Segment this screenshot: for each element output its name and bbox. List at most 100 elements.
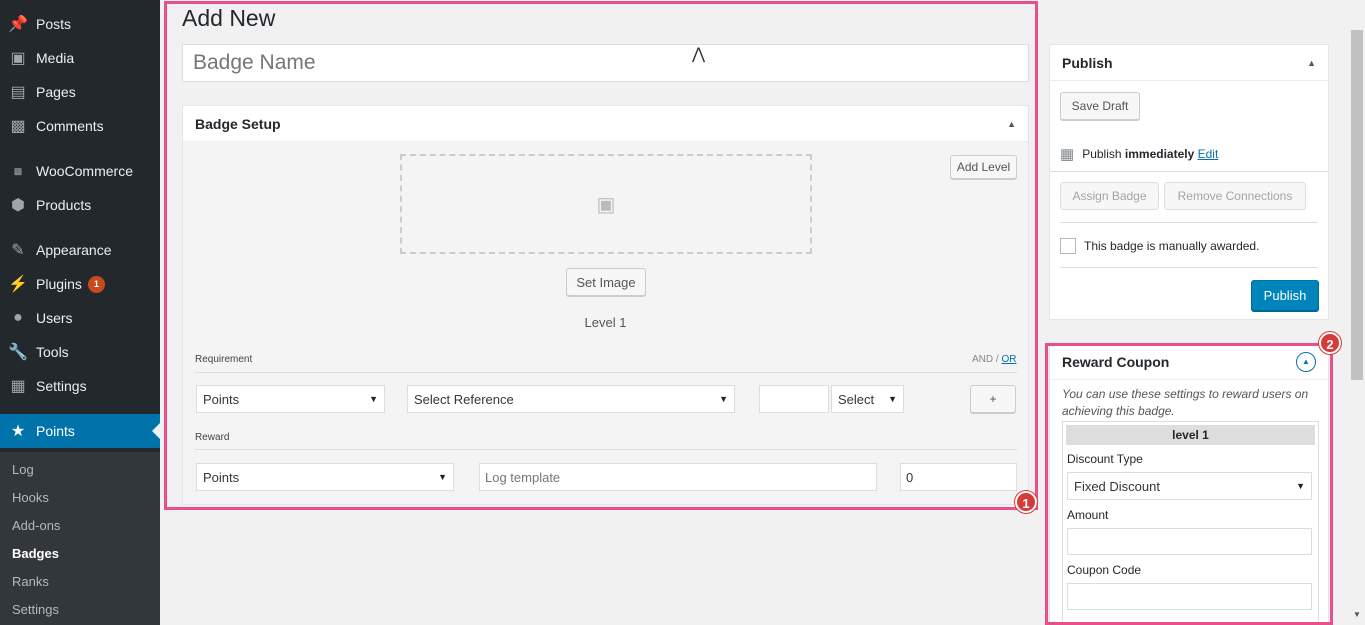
menu-products[interactable]: ⬢ Products xyxy=(0,188,160,222)
submenu-settings[interactable]: Settings xyxy=(12,602,59,617)
menu-posts[interactable]: 📌 Posts xyxy=(0,7,160,41)
callout-number-1: 1 xyxy=(1015,491,1037,513)
manual-award-label: This badge is manually awarded. xyxy=(1084,239,1260,253)
submenu-addons[interactable]: Add-ons xyxy=(12,518,60,533)
amount-input[interactable] xyxy=(1067,528,1312,555)
badge-name-input[interactable] xyxy=(182,44,1029,82)
submenu-ranks[interactable]: Ranks xyxy=(12,574,49,589)
chevron-down-icon: ▼ xyxy=(888,394,897,404)
chevron-down-icon: ▼ xyxy=(438,472,447,482)
menu-plugins[interactable]: ⚡ Plugins 1 xyxy=(0,267,160,301)
wrench-icon: 🔧 xyxy=(8,344,28,361)
woocommerce-icon: ▩ xyxy=(13,165,23,176)
scrollbar-thumb[interactable] xyxy=(1351,30,1363,380)
save-draft-button[interactable]: Save Draft xyxy=(1060,92,1140,120)
manual-award-row: This badge is manually awarded. xyxy=(1060,238,1259,254)
coupon-code-input[interactable] xyxy=(1067,583,1312,610)
divider xyxy=(1060,222,1318,223)
and-or-toggle: AND / OR xyxy=(972,354,1017,365)
add-requirement-button[interactable]: + xyxy=(970,385,1016,413)
select-value: Points xyxy=(203,391,240,407)
reference-select[interactable]: Select Reference ▼ xyxy=(407,385,735,413)
reward-type-select[interactable]: Points ▼ xyxy=(196,463,454,491)
menu-label: Users xyxy=(36,310,73,326)
reward-value-input[interactable]: 0 xyxy=(900,463,1017,491)
and-text: AND xyxy=(972,354,994,365)
settings-icon: ▦ xyxy=(10,378,26,395)
divider xyxy=(1050,171,1328,172)
reward-label: Reward xyxy=(195,432,230,443)
or-link[interactable]: OR xyxy=(1001,354,1016,365)
set-image-button[interactable]: Set Image xyxy=(566,268,646,296)
badge-setup-header[interactable]: Badge Setup ▲ xyxy=(183,106,1028,142)
badge-image-placeholder[interactable]: ▣ xyxy=(400,154,812,254)
menu-label: Comments xyxy=(36,118,104,134)
menu-label: Tools xyxy=(36,344,69,360)
collapse-toggle-icon[interactable]: ▲ xyxy=(1307,58,1316,68)
menu-points[interactable]: ★ Points xyxy=(0,414,160,448)
menu-comments[interactable]: ▩ Comments xyxy=(0,109,160,143)
menu-label: WooCommerce xyxy=(36,163,133,179)
menu-label: Pages xyxy=(36,84,76,100)
requirement-type-select[interactable]: Points ▼ xyxy=(196,385,385,413)
collapse-toggle-icon[interactable]: ▲ xyxy=(1296,351,1316,372)
menu-label: Media xyxy=(36,50,75,66)
chevron-down-icon: ▼ xyxy=(719,394,728,404)
callout-number-2: 2 xyxy=(1319,332,1341,354)
text-cursor-icon: ⋀ xyxy=(692,46,706,63)
submenu-badges[interactable]: Badges xyxy=(12,546,59,561)
menu-appearance[interactable]: ✎ Appearance xyxy=(0,233,160,267)
points-submenu: Log Hooks Add-ons Badges Ranks Settings xyxy=(0,452,160,625)
submenu-log[interactable]: Log xyxy=(12,462,34,477)
badge-setup-title: Badge Setup xyxy=(195,115,281,132)
menu-label: Products xyxy=(36,197,92,213)
edit-schedule-link[interactable]: Edit xyxy=(1198,147,1219,161)
image-icon: ▣ xyxy=(596,193,616,216)
media-icon: ▣ xyxy=(10,50,26,67)
manual-award-checkbox[interactable] xyxy=(1060,238,1076,254)
reward-coupon-title: Reward Coupon xyxy=(1062,353,1170,370)
add-level-button[interactable]: Add Level xyxy=(950,155,1017,179)
requirement-unit-select[interactable]: Select ▼ xyxy=(831,385,904,413)
remove-connections-button[interactable]: Remove Connections xyxy=(1164,182,1306,210)
publish-button[interactable]: Publish xyxy=(1251,280,1319,311)
amount-label: Amount xyxy=(1067,508,1109,522)
divider xyxy=(195,372,1017,373)
badge-setup-body: Add Level ▣ Set Image Level 1 Requiremen… xyxy=(183,142,1028,504)
menu-label: Appearance xyxy=(36,242,112,258)
menu-woocommerce[interactable]: ▩ WooCommerce xyxy=(0,154,160,188)
coupon-level-panel: level 1 Discount Type Fixed Discount ▼ Am… xyxy=(1062,421,1319,625)
menu-media[interactable]: ▣ Media xyxy=(0,41,160,75)
star-icon: ★ xyxy=(10,423,26,440)
scroll-down-arrow-icon[interactable]: ▼ xyxy=(1353,610,1361,619)
select-value: Select Reference xyxy=(414,391,514,407)
chevron-down-icon: ▼ xyxy=(369,394,378,404)
menu-settings[interactable]: ▦ Settings xyxy=(0,369,160,403)
submenu-hooks[interactable]: Hooks xyxy=(12,490,49,505)
publish-when-text: immediately xyxy=(1124,147,1195,161)
publish-header[interactable]: Publish ▲ xyxy=(1050,45,1328,81)
menu-pages[interactable]: ▤ Pages xyxy=(0,75,160,109)
menu-label: Settings xyxy=(36,378,87,394)
menu-users[interactable]: ● Users xyxy=(0,301,160,335)
assign-badge-button[interactable]: Assign Badge xyxy=(1060,182,1159,210)
admin-sidebar: 📌 Posts ▣ Media ▤ Pages ▩ Comments ▩ Woo… xyxy=(0,0,160,625)
discount-type-label: Discount Type xyxy=(1067,452,1143,466)
select-value: Fixed Discount xyxy=(1074,478,1160,494)
reward-coupon-header[interactable]: Reward Coupon ▲ xyxy=(1050,344,1328,380)
publish-schedule: ▦ Publish immediately Edit xyxy=(1060,145,1218,163)
page-title: Add New xyxy=(182,5,276,31)
pages-icon: ▤ xyxy=(10,84,26,101)
log-template-input[interactable]: Log template xyxy=(479,463,877,491)
coupon-code-label: Coupon Code xyxy=(1067,563,1142,577)
requirement-amount-input[interactable] xyxy=(759,385,829,413)
user-icon: ● xyxy=(13,309,23,326)
chevron-down-icon: ▼ xyxy=(1296,481,1305,491)
divider xyxy=(1060,267,1318,268)
collapse-toggle-icon[interactable]: ▲ xyxy=(1007,119,1016,129)
level-label: Level 1 xyxy=(584,315,627,330)
menu-tools[interactable]: 🔧 Tools xyxy=(0,335,160,369)
discount-type-select[interactable]: Fixed Discount ▼ xyxy=(1067,472,1312,500)
menu-label: Plugins xyxy=(36,276,82,292)
publish-status-text: Publish xyxy=(1082,147,1122,161)
